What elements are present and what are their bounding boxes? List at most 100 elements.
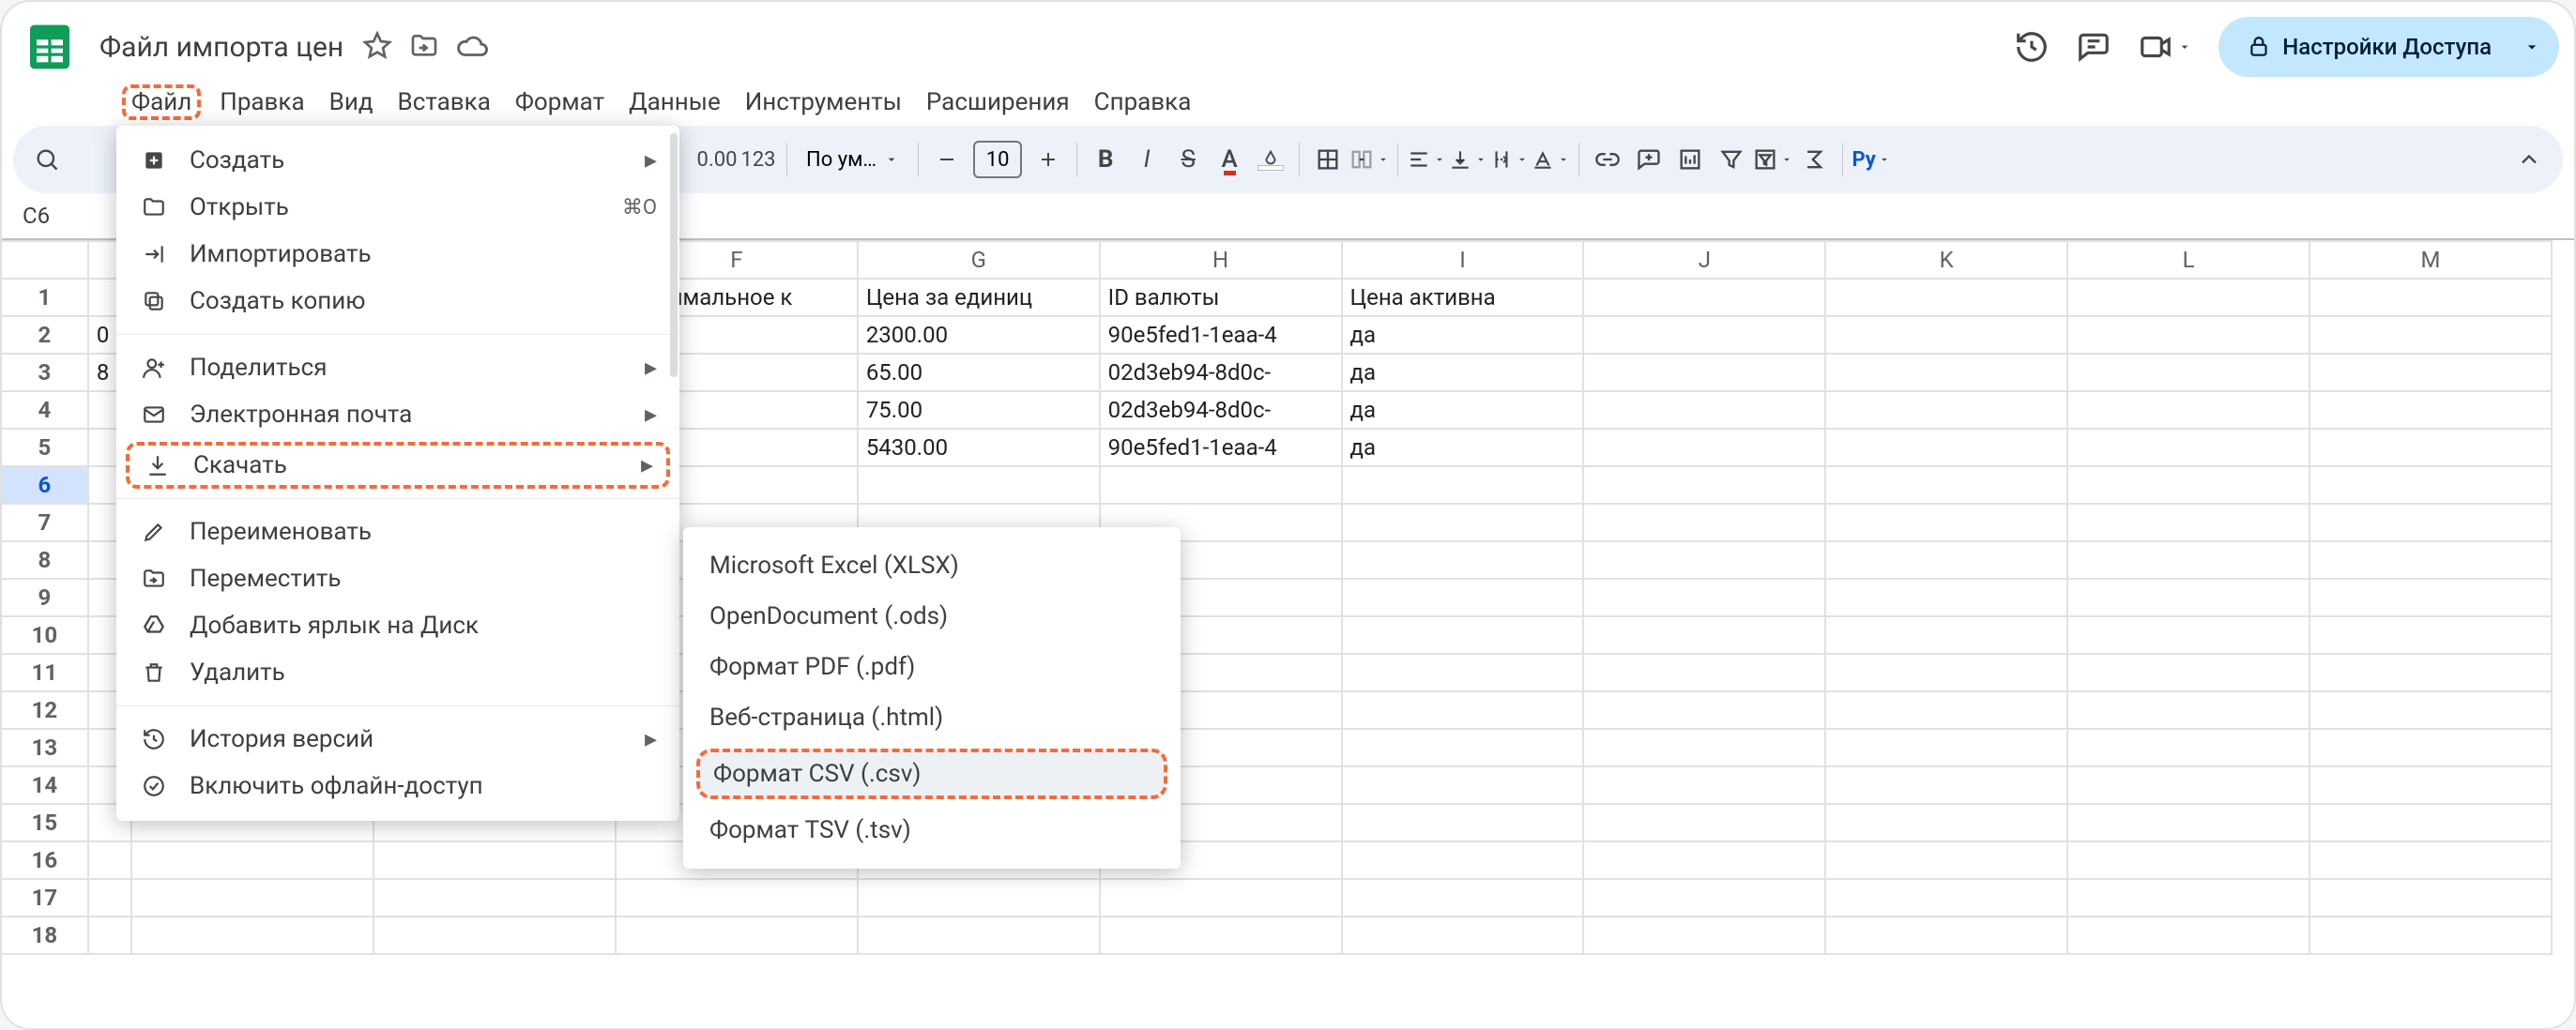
column-header[interactable]: H	[1100, 241, 1342, 279]
cell[interactable]	[858, 916, 1100, 954]
row-header[interactable]: 1	[1, 279, 88, 316]
move-folder-icon[interactable]	[409, 31, 439, 63]
cell[interactable]	[1825, 429, 2067, 466]
column-header[interactable]: I	[1342, 241, 1584, 279]
cell[interactable]	[373, 916, 616, 954]
filter-views-button[interactable]	[1752, 139, 1793, 180]
cell[interactable]	[1583, 391, 1825, 429]
cell[interactable]: 90e5fed1-1eaa-4	[1100, 429, 1342, 466]
menu-tools[interactable]: Инструменты	[745, 88, 902, 116]
cell[interactable]	[88, 841, 131, 879]
cell[interactable]	[131, 879, 373, 916]
row-header[interactable]: 18	[1, 916, 88, 954]
row-header[interactable]: 10	[1, 616, 88, 654]
cell[interactable]	[1825, 766, 2067, 804]
cell[interactable]	[88, 879, 131, 916]
text-color-button[interactable]: A	[1209, 139, 1250, 180]
cell[interactable]	[1342, 879, 1584, 916]
file-menu-delete[interactable]: Удалить	[116, 649, 679, 696]
history-icon[interactable]	[2014, 29, 2050, 65]
cell[interactable]	[2067, 804, 2309, 841]
share-button[interactable]: Настройки Доступа	[2218, 17, 2559, 77]
row-header[interactable]: 6	[1, 466, 88, 504]
cell[interactable]	[1825, 466, 2067, 504]
cell[interactable]	[2067, 616, 2309, 654]
column-header[interactable]: L	[2067, 241, 2309, 279]
cell[interactable]	[1342, 916, 1584, 954]
cell[interactable]	[1342, 541, 1584, 579]
cell[interactable]	[1342, 841, 1584, 879]
cell[interactable]	[1583, 729, 1825, 766]
cell[interactable]	[1342, 466, 1584, 504]
cell[interactable]	[2067, 316, 2309, 354]
bold-button[interactable]: B	[1085, 139, 1126, 180]
insert-chart-button[interactable]	[1669, 139, 1711, 180]
cell[interactable]	[2067, 654, 2309, 691]
cell[interactable]	[1342, 691, 1584, 729]
cell[interactable]	[1825, 616, 2067, 654]
cell[interactable]	[1825, 541, 2067, 579]
file-menu-import[interactable]: Импортировать	[116, 231, 679, 278]
cell[interactable]	[2309, 316, 2552, 354]
cell[interactable]	[2309, 391, 2552, 429]
font-family-select[interactable]: По ум…	[795, 148, 910, 172]
cell[interactable]	[1583, 316, 1825, 354]
column-header[interactable]: G	[858, 241, 1100, 279]
currency-format[interactable]: 0.00	[696, 139, 738, 180]
file-menu-email[interactable]: Электронная почта ▸	[116, 391, 679, 438]
cell[interactable]: 90e5fed1-1eaa-4	[1100, 316, 1342, 354]
cell[interactable]	[2067, 841, 2309, 879]
italic-button[interactable]: I	[1126, 139, 1167, 180]
cell[interactable]: 02d3eb94-8d0c-	[1100, 391, 1342, 429]
file-menu-open[interactable]: Открыть ⌘O	[116, 184, 679, 231]
cell[interactable]: 2300.00	[858, 316, 1100, 354]
cell[interactable]	[1583, 616, 1825, 654]
insert-comment-button[interactable]	[1628, 139, 1669, 180]
cell[interactable]	[1583, 279, 1825, 316]
file-menu-offline[interactable]: Включить офлайн-доступ	[116, 763, 679, 810]
menu-insert[interactable]: Вставка	[398, 88, 491, 116]
cell[interactable]	[1342, 504, 1584, 541]
cell[interactable]	[1342, 729, 1584, 766]
vertical-align-button[interactable]	[1447, 139, 1488, 180]
collapse-toolbar-icon[interactable]	[2508, 139, 2550, 180]
cell[interactable]	[2309, 616, 2552, 654]
cell[interactable]	[1583, 429, 1825, 466]
insert-link-button[interactable]	[1587, 139, 1628, 180]
file-menu-create[interactable]: Создать ▸	[116, 137, 679, 184]
document-title[interactable]: Файл импорта цен	[99, 31, 343, 64]
cell[interactable]	[1825, 879, 2067, 916]
cell[interactable]	[2067, 391, 2309, 429]
cell[interactable]	[2309, 766, 2552, 804]
cell[interactable]	[1342, 766, 1584, 804]
cell[interactable]	[1825, 916, 2067, 954]
download-xlsx[interactable]: Microsoft Excel (XLSX)	[683, 540, 1181, 591]
cell[interactable]	[2309, 279, 2552, 316]
cell[interactable]	[1825, 691, 2067, 729]
fill-color-button[interactable]	[1250, 139, 1291, 180]
cell[interactable]: ID валюты	[1100, 279, 1342, 316]
menu-extensions[interactable]: Расширения	[926, 88, 1070, 116]
cell[interactable]	[2067, 579, 2309, 616]
row-header[interactable]: 12	[1, 691, 88, 729]
cell[interactable]	[2067, 691, 2309, 729]
cell[interactable]	[858, 466, 1100, 504]
cell[interactable]	[2309, 466, 2552, 504]
cell[interactable]	[2067, 916, 2309, 954]
column-header[interactable]: M	[2309, 241, 2552, 279]
row-header[interactable]: 15	[1, 804, 88, 841]
cell[interactable]: да	[1342, 354, 1584, 391]
strikethrough-button[interactable]: S	[1167, 139, 1209, 180]
cell[interactable]	[2309, 354, 2552, 391]
cell[interactable]: Цена за единиц	[858, 279, 1100, 316]
cell[interactable]	[1825, 579, 2067, 616]
cell[interactable]	[2309, 579, 2552, 616]
cell[interactable]	[88, 916, 131, 954]
cell[interactable]	[2067, 466, 2309, 504]
cell[interactable]	[1583, 766, 1825, 804]
cell[interactable]	[2067, 729, 2309, 766]
cell[interactable]	[1583, 654, 1825, 691]
cell[interactable]	[1583, 691, 1825, 729]
cell[interactable]	[2309, 879, 2552, 916]
font-size-input[interactable]: 10	[973, 141, 1022, 178]
